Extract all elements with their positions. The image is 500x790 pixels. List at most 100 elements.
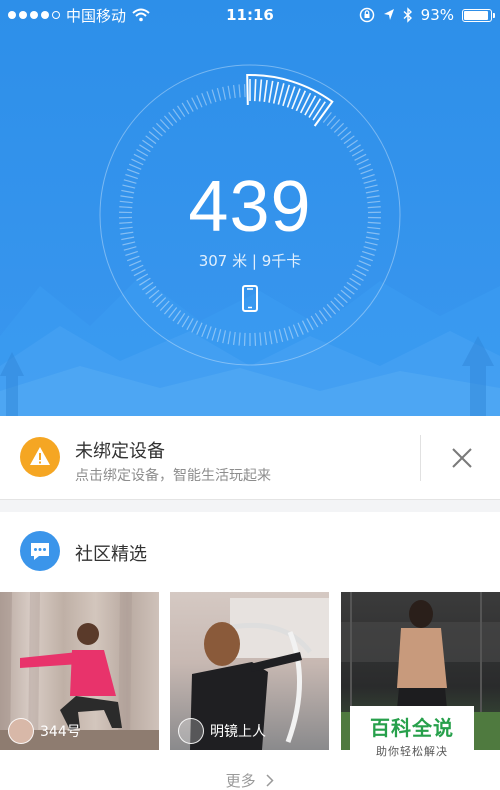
dial-tick: [272, 81, 280, 104]
dial-tick: [301, 320, 309, 333]
dial-tick: [148, 289, 160, 299]
dial-tick: [136, 273, 149, 282]
dial-tick: [292, 324, 299, 338]
device-card-title: 未绑定设备: [75, 441, 165, 462]
dial-tick: [349, 277, 361, 286]
dial-tick: [253, 79, 257, 102]
bind-device-card[interactable]: 未绑定设备 点击绑定设备，智能生活玩起来: [0, 416, 500, 500]
dial-tick: [232, 84, 236, 99]
dial-tick: [326, 303, 337, 315]
post-author: 344号: [8, 718, 81, 744]
dial-tick: [206, 326, 212, 339]
dial-tick: [133, 153, 146, 161]
chat-icon: [20, 531, 60, 571]
dial-tick: [191, 320, 199, 333]
dial-tick: [337, 126, 348, 137]
dial-tick: [238, 84, 241, 98]
dial-tick: [254, 332, 257, 346]
watermark-subtitle: 助你轻松解决: [376, 745, 448, 758]
dial-tick: [304, 95, 317, 116]
carrier-name: 中国移动: [66, 6, 127, 25]
dial-tick: [340, 289, 352, 299]
dial-tick: [330, 119, 341, 130]
dial-tick: [177, 105, 186, 118]
dial-tick: [155, 122, 167, 133]
dial-tick: [201, 324, 208, 338]
dial-tick: [259, 332, 262, 346]
dial-tick: [314, 312, 323, 325]
dial-tick: [159, 300, 170, 311]
dial-tick: [346, 281, 358, 291]
dial-tick: [181, 315, 190, 328]
community-post-card[interactable]: 明镜上人: [170, 592, 329, 750]
dial-tick: [168, 307, 178, 319]
location-icon: [383, 9, 394, 20]
dial-tick: [351, 273, 364, 282]
dial-tick: [172, 310, 182, 322]
dial-tick: [283, 327, 289, 341]
post-author-name: 344号: [40, 724, 81, 740]
dismiss-button[interactable]: [442, 438, 482, 478]
dial-tick: [288, 326, 294, 339]
community-title: 社区精选: [75, 544, 147, 565]
dial-tick: [177, 312, 186, 325]
distance-calories: 307 米 | 9千卡: [198, 252, 302, 270]
dial-tick: [243, 332, 246, 346]
dial-tick: [152, 293, 163, 304]
step-count: 439: [188, 167, 312, 247]
dial-tick: [139, 144, 151, 153]
dial-tick: [148, 131, 160, 141]
dial-tick: [145, 135, 157, 145]
dial-tick: [155, 297, 167, 308]
dial-tick: [168, 111, 178, 123]
avatar: [8, 718, 34, 744]
dial-tick: [163, 303, 174, 315]
dial-tick: [159, 119, 170, 130]
more-label: 更多: [225, 772, 256, 790]
chevron-right-icon: [266, 774, 274, 787]
dial-tick: [306, 318, 314, 331]
dial-tick: [196, 95, 203, 108]
dial-tick: [258, 79, 263, 102]
dial-tick: [227, 85, 231, 99]
dial-tick: [232, 331, 236, 346]
watermark-title: 百科全说: [370, 716, 454, 740]
dial-tick: [333, 297, 345, 308]
wifi-icon: [132, 8, 150, 22]
dial-tick: [264, 331, 268, 346]
status-bar: 中国移动 11:16 93%: [0, 0, 500, 30]
dial-tick: [216, 329, 222, 343]
avatar: [178, 718, 204, 744]
dial-tick: [297, 322, 304, 335]
post-author: 明镜上人: [178, 718, 266, 744]
dial-tick: [278, 329, 284, 343]
dial-tick: [343, 285, 355, 295]
dial-tick: [186, 99, 194, 112]
dial-tick: [318, 310, 328, 322]
dial-tick: [152, 126, 163, 137]
dial-tick: [333, 122, 345, 133]
dial-tick: [326, 115, 337, 127]
divider: [420, 435, 421, 481]
dial-tick: [222, 86, 227, 100]
signal-strength-icon: [8, 11, 60, 19]
dial-tick: [163, 115, 174, 127]
dial-tick: [268, 80, 274, 103]
dial-tick: [139, 277, 151, 286]
dial-tick: [196, 322, 203, 335]
phone-icon[interactable]: [238, 284, 262, 314]
dial-tick: [216, 87, 222, 101]
dial-tick: [227, 331, 231, 345]
dial-tick: [145, 285, 157, 295]
post-author-name: 明镜上人: [210, 724, 266, 740]
dial-tick: [181, 102, 190, 115]
more-link[interactable]: 更多: [0, 770, 500, 790]
dial-tick: [201, 92, 208, 106]
dial-tick: [142, 281, 154, 291]
community-post-card[interactable]: 344号: [0, 592, 159, 750]
battery-icon: [462, 8, 495, 22]
dial-tick: [269, 331, 273, 345]
community-section: 社区精选 344号 明镜上人 百科全说 助你轻松解决 更多: [0, 512, 500, 790]
dial-tick: [277, 83, 285, 105]
dial-tick: [312, 101, 326, 121]
